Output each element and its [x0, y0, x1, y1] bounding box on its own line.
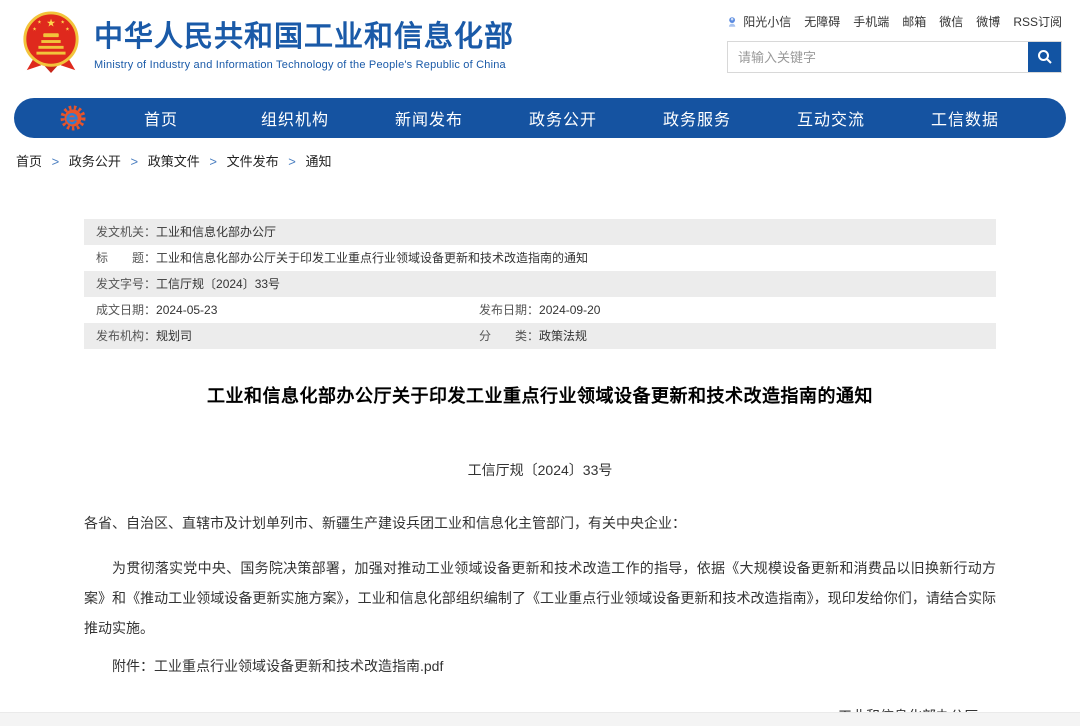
- svg-text:★: ★: [46, 18, 56, 30]
- site-title: 中华人民共和国工业和信息化部: [94, 13, 514, 55]
- nav-item-news[interactable]: 新闻发布: [362, 106, 496, 130]
- link-accessibility[interactable]: 无障碍: [804, 13, 840, 30]
- meta-row-title: 标 题： 工业和信息化部办公厅关于印发工业重点行业领域设备更新和技术改造指南的通…: [84, 245, 996, 271]
- meta-row-dates: 成文日期： 2024-05-23 发布日期： 2024-09-20: [84, 297, 996, 323]
- site-logo-link[interactable]: ★ ★ ★ ★ ★ 中华人民共和国工业和信息化部 Ministry of Ind…: [20, 10, 514, 74]
- meta-value: 2024-05-23: [156, 297, 217, 323]
- search-button[interactable]: [1028, 42, 1061, 72]
- article-doc-number: 工信厅规〔2024〕33号: [84, 460, 996, 480]
- breadcrumb-home[interactable]: 首页: [16, 154, 42, 169]
- site-subtitle: Ministry of Industry and Information Tec…: [94, 59, 514, 71]
- miit-gear-logo-icon[interactable]: [60, 105, 86, 131]
- meta-label: 分 类：: [467, 323, 539, 349]
- meta-row-issuing-agency: 发文机关： 工业和信息化部办公厅: [84, 219, 996, 245]
- nav-item-home[interactable]: 首页: [94, 106, 228, 130]
- breadcrumb-notice[interactable]: 通知: [305, 154, 331, 169]
- attachment-label: 附件：: [112, 658, 154, 674]
- breadcrumb-separator: >: [131, 154, 139, 169]
- meta-label: 成文日期：: [84, 297, 156, 323]
- search-input[interactable]: [728, 42, 1028, 72]
- meta-row-publisher-category: 发布机构： 规划司 分 类： 政策法规: [84, 323, 996, 349]
- main-nav: 首页 组织机构 新闻发布 政务公开 政务服务 互动交流 工信数据: [14, 98, 1066, 138]
- link-weibo[interactable]: 微博: [976, 13, 1000, 30]
- search-box: [727, 41, 1062, 73]
- breadcrumb-policy-docs[interactable]: 政策文件: [148, 154, 200, 169]
- meta-label: 发布机构：: [84, 323, 156, 349]
- footer-strip: [0, 712, 1080, 726]
- link-wechat[interactable]: 微信: [939, 13, 963, 30]
- breadcrumb-gov-open[interactable]: 政务公开: [69, 154, 121, 169]
- breadcrumb: 首页 > 政务公开 > 政策文件 > 文件发布 > 通知: [16, 151, 1080, 170]
- breadcrumb-separator: >: [209, 154, 217, 169]
- link-rss[interactable]: RSS订阅: [1013, 13, 1062, 30]
- svg-text:★: ★: [65, 26, 70, 32]
- svg-text:★: ★: [37, 20, 42, 26]
- top-utility-links: 阳光小信 无障碍 手机端 邮箱 微信 微博 RSS订阅: [727, 13, 1062, 30]
- attachment-pdf-link[interactable]: 工业重点行业领域设备更新和技术改造指南.pdf: [154, 658, 443, 674]
- site-header: ★ ★ ★ ★ ★ 中华人民共和国工业和信息化部 Ministry of Ind…: [0, 0, 1080, 92]
- meta-value: 政策法规: [539, 323, 587, 349]
- breadcrumb-doc-release[interactable]: 文件发布: [227, 154, 279, 169]
- search-icon: [1037, 49, 1053, 65]
- meta-row-doc-number: 发文字号： 工信厅规〔2024〕33号: [84, 271, 996, 297]
- nav-item-data[interactable]: 工信数据: [898, 106, 1032, 130]
- nav-item-gov-open[interactable]: 政务公开: [496, 106, 630, 130]
- link-sunshine-service[interactable]: 阳光小信: [743, 13, 791, 30]
- meta-value: 规划司: [156, 323, 192, 349]
- meta-value: 工业和信息化部办公厅: [156, 219, 276, 245]
- svg-text:★: ★: [60, 20, 65, 26]
- link-mobile[interactable]: 手机端: [853, 13, 889, 30]
- attachment-line: 附件：工业重点行业领域设备更新和技术改造指南.pdf: [84, 656, 996, 676]
- meta-value: 2024-09-20: [539, 297, 600, 323]
- national-emblem-icon: ★ ★ ★ ★ ★: [20, 10, 82, 74]
- article-salutation: 各省、自治区、直辖市及计划单列市、新疆生产建设兵团工业和信息化主管部门，有关中央…: [84, 513, 996, 533]
- nav-item-interaction[interactable]: 互动交流: [764, 106, 898, 130]
- meta-value: 工信厅规〔2024〕33号: [156, 271, 280, 297]
- mascot-icon: [727, 14, 737, 30]
- meta-label: 发文字号：: [84, 271, 156, 297]
- breadcrumb-separator: >: [288, 154, 296, 169]
- nav-item-gov-service[interactable]: 政务服务: [630, 106, 764, 130]
- svg-text:★: ★: [32, 26, 37, 32]
- link-mail[interactable]: 邮箱: [902, 13, 926, 30]
- document-meta-table: 发文机关： 工业和信息化部办公厅 标 题： 工业和信息化部办公厅关于印发工业重点…: [84, 219, 996, 349]
- meta-value: 工业和信息化部办公厅关于印发工业重点行业领域设备更新和技术改造指南的通知: [156, 245, 588, 271]
- meta-label: 标 题：: [84, 245, 156, 271]
- article-title: 工业和信息化部办公厅关于印发工业重点行业领域设备更新和技术改造指南的通知: [84, 382, 996, 408]
- article-paragraph: 为贯彻落实党中央、国务院决策部署，加强对推动工业领域设备更新和技术改造工作的指导…: [84, 553, 996, 643]
- meta-label: 发文机关：: [84, 219, 156, 245]
- meta-label: 发布日期：: [467, 297, 539, 323]
- breadcrumb-separator: >: [52, 154, 60, 169]
- article-container: 发文机关： 工业和信息化部办公厅 标 题： 工业和信息化部办公厅关于印发工业重点…: [84, 219, 996, 726]
- nav-item-organization[interactable]: 组织机构: [228, 106, 362, 130]
